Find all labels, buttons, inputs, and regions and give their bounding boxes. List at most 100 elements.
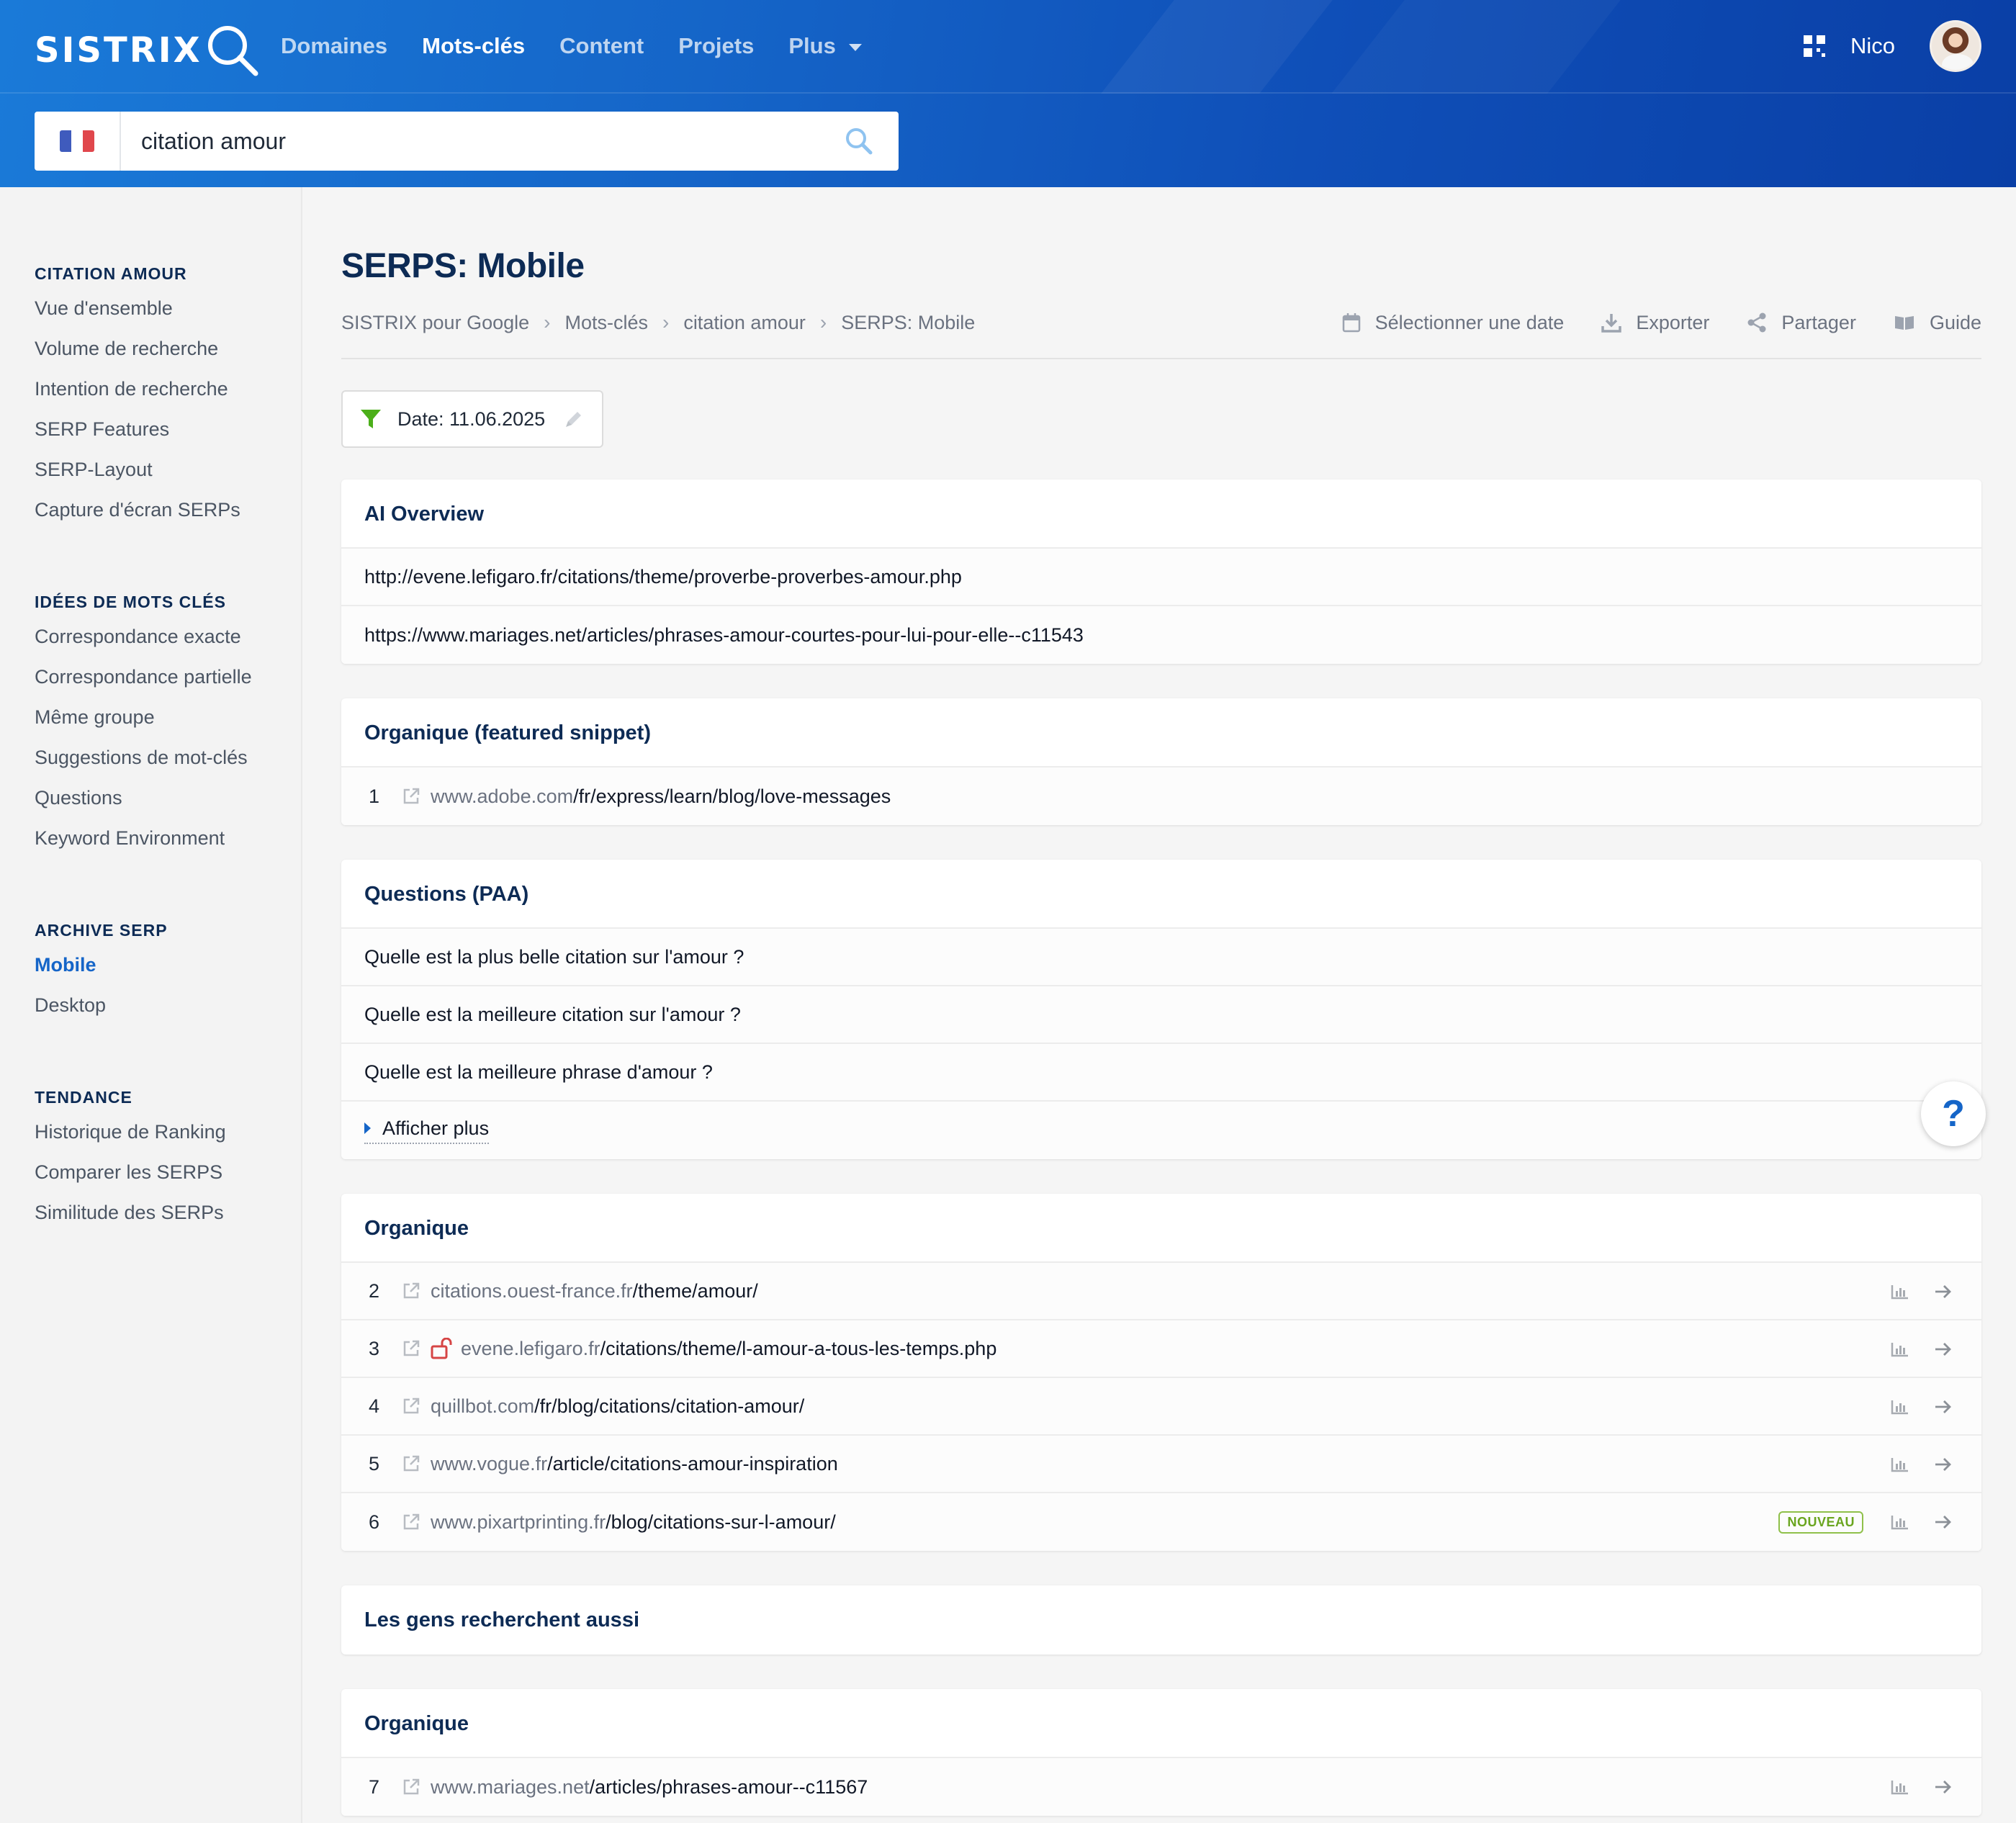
country-selector[interactable] [35,112,121,171]
nav-plus[interactable]: Plus [788,33,862,59]
breadcrumb: SISTRIX pour Google › Mots-clés › citati… [341,308,975,337]
paa-question[interactable]: Quelle est la meilleure phrase d'amour ? [341,1044,1981,1102]
result-row[interactable]: 4 quillbot.com/fr/blog/citations/citatio… [341,1378,1981,1436]
external-link-icon[interactable] [402,1454,420,1473]
result-row[interactable]: 2 citations.ouest-france.fr/theme/amour/ [341,1263,1981,1320]
help-button[interactable]: ? [1921,1081,1986,1146]
arrow-right-icon[interactable] [1934,1399,1953,1415]
breadcrumb-item[interactable]: Mots-clés [564,312,648,334]
sidebar-group-citation-amour: CITATION AMOUR Vue d'ensemble Volume de … [35,259,240,530]
result-path[interactable]: /fr/blog/citations/citation-amour/ [534,1395,804,1418]
chevron-down-icon [848,44,862,51]
row-actions [1891,1436,1953,1493]
nav-content[interactable]: Content [559,33,644,59]
result-domain[interactable]: www.vogue.fr [431,1453,547,1475]
result-domain[interactable]: citations.ouest-france.fr [431,1280,633,1302]
result-path[interactable]: /article/citations-amour-inspiration [547,1453,838,1475]
share-icon [1747,312,1766,333]
sidebar-item-volume-recherche[interactable]: Volume de recherche [35,328,240,369]
result-path[interactable]: /articles/phrases-amour--c11567 [590,1776,868,1799]
breadcrumb-item[interactable]: citation amour [683,312,806,334]
external-link-icon[interactable] [402,1513,420,1531]
bar-chart-icon[interactable] [1891,1341,1909,1357]
sidebar-item-similitude-serps[interactable]: Similitude des SERPs [35,1192,226,1233]
arrow-right-icon[interactable] [1934,1284,1953,1300]
result-path[interactable]: /blog/citations-sur-l-amour/ [606,1511,836,1534]
sidebar-item-intention-recherche[interactable]: Intention de recherche [35,369,240,409]
sidebar-item-meme-groupe[interactable]: Même groupe [35,697,252,737]
result-domain[interactable]: quillbot.com [431,1395,534,1418]
sidebar-item-serp-features[interactable]: SERP Features [35,409,240,449]
search-input[interactable] [121,112,819,171]
sidebar-item-vue-ensemble[interactable]: Vue d'ensemble [35,288,240,328]
result-domain[interactable]: www.pixartprinting.fr [431,1511,606,1534]
row-actions [1891,1378,1953,1436]
arrow-right-icon[interactable] [1934,1779,1953,1795]
paa-question[interactable]: Quelle est la plus belle citation sur l'… [341,929,1981,986]
section-title: Organique (featured snippet) [341,698,1981,768]
search-button[interactable] [819,112,899,171]
external-link-icon[interactable] [402,1282,420,1300]
sidebar-item-keyword-environment[interactable]: Keyword Environment [35,818,252,858]
sidebar-item-suggestions[interactable]: Suggestions de mot-clés [35,737,252,778]
result-row[interactable]: 7 www.mariages.net/articles/phrases-amou… [341,1758,1981,1816]
sidebar-item-historique-ranking[interactable]: Historique de Ranking [35,1112,226,1152]
bar-chart-icon[interactable] [1891,1779,1909,1795]
bar-chart-icon[interactable] [1891,1284,1909,1300]
sidebar-group-tendance: TENDANCE Historique de Ranking Comparer … [35,1083,226,1233]
ai-overview-url[interactable]: http://evene.lefigaro.fr/citations/theme… [341,549,1981,606]
result-path[interactable]: /theme/amour/ [633,1280,758,1302]
external-link-icon[interactable] [402,787,420,806]
organic-card: Organique 2 citations.ouest-france.fr/th… [341,1194,1981,1551]
share-button[interactable]: Partager [1747,312,1856,334]
arrow-right-icon[interactable] [1934,1514,1953,1530]
apps-grid-icon[interactable] [1803,35,1826,58]
download-icon [1601,314,1622,333]
sidebar-item-mobile[interactable]: Mobile [35,945,168,985]
show-more-toggle[interactable]: Afficher plus [364,1117,490,1144]
nav-mots-cles[interactable]: Mots-clés [422,33,525,59]
export-button[interactable]: Exporter [1601,312,1709,334]
bar-chart-icon[interactable] [1891,1399,1909,1415]
result-row[interactable]: 3 evene.lefigaro.fr/citations/theme/l-am… [341,1320,1981,1378]
ai-overview-url[interactable]: https://www.mariages.net/articles/phrase… [341,606,1981,664]
paa-card: Questions (PAA) Quelle est la plus belle… [341,860,1981,1159]
section-title[interactable]: Les gens recherchent aussi [341,1585,1981,1655]
nav-projets[interactable]: Projets [678,33,754,59]
breadcrumb-item[interactable]: SISTRIX pour Google [341,312,529,334]
sidebar-item-desktop[interactable]: Desktop [35,985,168,1025]
external-link-icon[interactable] [402,1778,420,1796]
sidebar-item-correspondance-exacte[interactable]: Correspondance exacte [35,616,252,657]
arrow-right-icon[interactable] [1934,1457,1953,1472]
result-path[interactable]: /citations/theme/l-amour-a-tous-les-temp… [600,1338,997,1360]
result-row[interactable]: 1 www.adobe.com/fr/express/learn/blog/lo… [341,768,1981,825]
select-date-button[interactable]: Sélectionner une date [1342,312,1564,334]
result-domain[interactable]: www.mariages.net [431,1776,590,1799]
result-domain[interactable]: www.adobe.com [431,786,573,808]
avatar[interactable] [1930,20,1981,72]
new-badge: NOUVEAU [1778,1511,1863,1534]
rank-position: 6 [369,1511,380,1533]
paa-question[interactable]: Quelle est la meilleure citation sur l'a… [341,986,1981,1044]
breadcrumb-item-current: SERPS: Mobile [841,311,976,333]
result-row[interactable]: 6 www.pixartprinting.fr/blog/citations-s… [341,1493,1981,1551]
arrow-right-icon[interactable] [1934,1341,1953,1357]
guide-button[interactable]: Guide [1894,312,1981,334]
sidebar-item-correspondance-partielle[interactable]: Correspondance partielle [35,657,252,697]
result-domain[interactable]: evene.lefigaro.fr [461,1338,600,1360]
nav-domaines[interactable]: Domaines [281,33,387,59]
sidebar-item-comparer-serps[interactable]: Comparer les SERPS [35,1152,226,1192]
result-row[interactable]: 5 www.vogue.fr/article/citations-amour-i… [341,1436,1981,1493]
sidebar-item-serp-layout[interactable]: SERP-Layout [35,449,240,490]
result-path[interactable]: /fr/express/learn/blog/love-messages [573,786,891,808]
user-name[interactable]: Nico [1850,33,1895,59]
sistrix-logo[interactable]: SISTRIX [35,22,260,79]
external-link-icon[interactable] [402,1397,420,1415]
date-filter-chip[interactable]: Date: 11.06.2025 [341,390,603,448]
pencil-icon[interactable] [564,409,584,429]
bar-chart-icon[interactable] [1891,1457,1909,1472]
bar-chart-icon[interactable] [1891,1514,1909,1530]
sidebar-item-questions[interactable]: Questions [35,778,252,818]
external-link-icon[interactable] [402,1339,420,1358]
sidebar-item-capture-serps[interactable]: Capture d'écran SERPs [35,490,240,530]
